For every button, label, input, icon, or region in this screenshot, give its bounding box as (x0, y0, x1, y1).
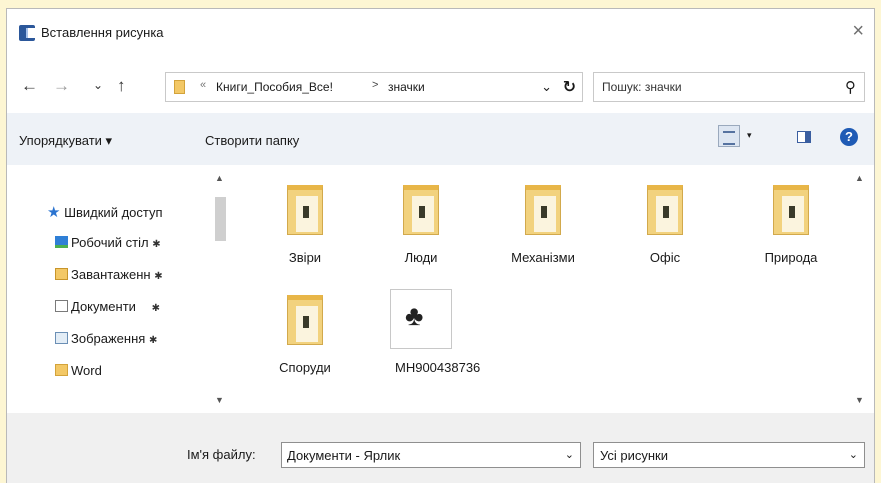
address-bar[interactable]: « Книги_Пособия_Все! > значки ⌄ ↻ (165, 72, 583, 102)
address-row: ← → ⌄ ↑ « Книги_Пособия_Все! > значки ⌄ … (7, 67, 874, 107)
sidebar-item-label: Зображення (71, 331, 146, 346)
file-list-scrollbar[interactable]: ▲ ▼ (852, 169, 868, 411)
new-folder-button[interactable]: Створити папку (205, 133, 299, 148)
sidebar-item-downloads[interactable]: Завантаженн ✱ (55, 267, 163, 282)
file-label: Споруди (279, 360, 331, 375)
navigation-pane: ★ Швидкий доступ Робочий стіл ✱ Завантаж… (7, 169, 235, 411)
pin-icon: ✱ (152, 239, 161, 250)
insert-picture-dialog: Вставлення рисунка × ← → ⌄ ↑ « Книги_Пос… (6, 8, 875, 483)
documents-icon (55, 300, 68, 312)
word-app-icon (19, 25, 35, 41)
file-name-value: Документи - Ярлик (287, 448, 401, 463)
file-name-input[interactable]: Документи - Ярлик ⌄ (281, 442, 581, 468)
scroll-up-icon[interactable]: ▲ (215, 173, 224, 183)
file-label: MH900438736 (395, 360, 481, 375)
sidebar-scrollbar[interactable]: ▲ ▼ (212, 169, 228, 411)
breadcrumb-separator[interactable]: > (372, 79, 378, 91)
back-button[interactable]: ← (21, 77, 38, 94)
dialog-title: Вставлення рисунка (41, 25, 164, 40)
pin-icon: ✱ (154, 271, 163, 282)
forward-button[interactable]: → (53, 77, 70, 94)
preview-pane-icon[interactable] (797, 131, 811, 143)
sidebar-item-label: Документи (71, 299, 136, 314)
folder-icon (174, 80, 185, 94)
sidebar-item-documents[interactable]: Документи ✱ (55, 299, 160, 314)
pictures-icon (55, 332, 68, 344)
sidebar-item-label: Завантаженн (71, 267, 151, 282)
downloads-icon (55, 268, 68, 280)
title-bar: Вставлення рисунка × (7, 9, 874, 55)
search-icon[interactable]: ⚲ (845, 78, 856, 96)
folder-icon (403, 185, 439, 235)
search-field[interactable]: Пошук: значки ⚲ (593, 72, 865, 102)
organize-button[interactable]: Упорядкувати ▾ (19, 133, 112, 149)
folder-icon (525, 185, 561, 235)
recent-locations-button[interactable]: ⌄ (93, 77, 103, 94)
scroll-thumb[interactable] (215, 197, 226, 241)
chevron-down-icon[interactable]: ⌄ (565, 448, 574, 461)
change-view-icon[interactable] (718, 125, 740, 147)
help-icon[interactable]: ? (840, 128, 858, 146)
refresh-button[interactable]: ↻ (563, 77, 576, 97)
sidebar-item-label: Швидкий доступ (64, 205, 163, 220)
pin-icon: ✱ (148, 335, 158, 346)
sidebar-item-label: Робочий стіл (71, 235, 149, 250)
view-options-dropdown[interactable]: ▾ (747, 130, 752, 141)
sidebar-item-desktop[interactable]: Робочий стіл ✱ (55, 235, 161, 250)
file-type-select[interactable]: Усі рисунки ⌄ (593, 442, 865, 468)
file-name-bar: Ім'я файлу: Документи - Ярлик ⌄ Усі рису… (7, 413, 874, 483)
file-label: Природа (764, 250, 818, 265)
image-file-item[interactable]: ♣ MH900438736 (375, 289, 481, 377)
scroll-up-icon[interactable]: ▲ (855, 173, 864, 183)
scroll-down-icon[interactable]: ▼ (215, 395, 224, 405)
sidebar-item-word[interactable]: Word (55, 363, 102, 378)
scroll-down-icon[interactable]: ▼ (855, 395, 864, 405)
close-button[interactable]: × (852, 20, 864, 43)
folder-icon (287, 185, 323, 235)
breadcrumb-overflow[interactable]: « (200, 79, 206, 91)
sidebar-item-label: Word (71, 363, 102, 378)
file-name-label: Ім'я файлу: (187, 447, 256, 462)
star-icon: ★ (47, 204, 61, 221)
folder-icon (773, 185, 809, 235)
pin-icon: ✱ (151, 303, 160, 314)
folder-icon (287, 295, 323, 345)
folder-icon (647, 185, 683, 235)
file-label: Звіри (288, 250, 322, 265)
folder-item-people[interactable]: Люди (375, 185, 467, 267)
folder-item-animals[interactable]: Звіри (259, 185, 351, 267)
file-type-value: Усі рисунки (600, 448, 669, 463)
tree-image-icon: ♣ (405, 300, 424, 331)
up-button[interactable]: ↑ (117, 77, 126, 94)
breadcrumb-item-current[interactable]: значки (388, 80, 425, 94)
command-bar: Упорядкувати ▾ Створити папку ▾ ? (7, 113, 874, 165)
search-placeholder: Пошук: значки (602, 80, 682, 94)
chevron-down-icon[interactable]: ⌄ (541, 79, 552, 95)
file-label: Офіс (649, 250, 681, 265)
chevron-down-icon[interactable]: ⌄ (849, 448, 858, 461)
file-label: Механізми (511, 250, 575, 265)
image-thumbnail: ♣ (390, 289, 452, 349)
breadcrumb-item-books[interactable]: Книги_Пособия_Все! (216, 80, 333, 94)
file-label: Люди (404, 250, 438, 265)
desktop-icon (55, 236, 68, 248)
folder-item-buildings[interactable]: Споруди (259, 295, 351, 377)
sidebar-item-pictures[interactable]: Зображення ✱ (55, 331, 157, 346)
file-list: Звіри Люди Механізми Офіс Природа Споруд… (237, 169, 867, 411)
folder-item-nature[interactable]: Природа (745, 185, 837, 267)
sidebar-item-quick-access[interactable]: ★ Швидкий доступ (47, 203, 163, 221)
folder-icon (55, 364, 68, 376)
folder-item-office[interactable]: Офіс (619, 185, 711, 267)
folder-item-mechanisms[interactable]: Механізми (497, 185, 589, 267)
